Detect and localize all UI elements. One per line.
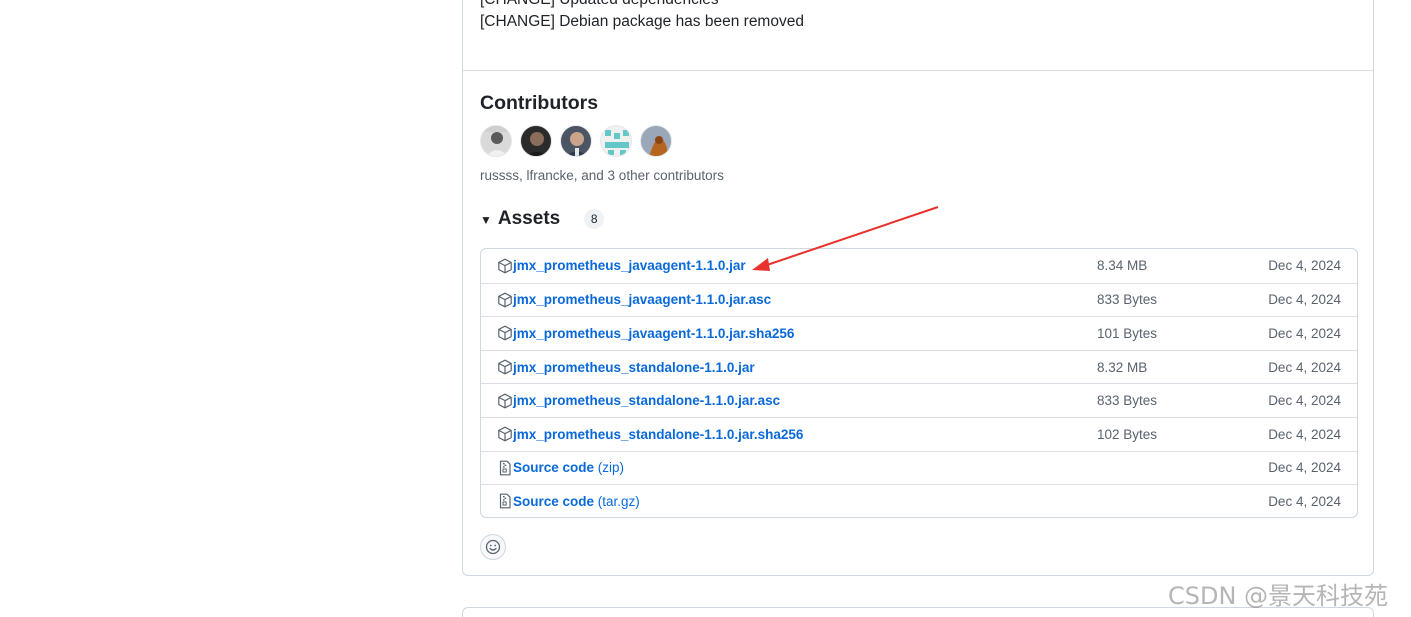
asset-row: jmx_prometheus_standalone-1.1.0.jar 8.32 … — [481, 349, 1357, 384]
asset-download-link[interactable]: jmx_prometheus_javaagent-1.1.0.jar — [513, 258, 746, 273]
avatar[interactable] — [640, 125, 672, 157]
caret-down-icon: ▼ — [480, 213, 492, 227]
asset-row: jmx_prometheus_javaagent-1.1.0.jar.sha25… — [481, 316, 1357, 350]
avatar[interactable] — [600, 125, 632, 157]
asset-download-link[interactable]: Source code (tar.gz) — [513, 494, 640, 509]
package-icon — [497, 393, 513, 409]
contributors-heading: Contributors — [480, 92, 599, 114]
asset-date: Dec 4, 2024 — [1268, 292, 1341, 308]
asset-name: jmx_prometheus_javaagent-1.1.0.jar.asc — [513, 292, 772, 308]
asset-download-link[interactable]: Source code (zip) — [513, 460, 624, 475]
asset-size: 8.32 MB — [1097, 359, 1148, 375]
asset-row: jmx_prometheus_javaagent-1.1.0.jar.asc 83… — [481, 282, 1357, 317]
package-icon — [497, 292, 513, 308]
asset-row: jmx_prometheus_javaagent-1.1.0.jar 8.34 M… — [481, 249, 1357, 283]
file-zip-icon — [497, 493, 513, 509]
asset-name: jmx_prometheus_standalone-1.1.0.jar.sha2… — [513, 426, 804, 442]
asset-name: Source code — [513, 460, 595, 476]
release-card: [CHANGE] Updated dependencies [CHANGE] D… — [462, 0, 1374, 576]
asset-download-link[interactable]: jmx_prometheus_javaagent-1.1.0.jar.asc — [513, 292, 771, 307]
asset-date: Dec 4, 2024 — [1268, 393, 1341, 409]
add-reaction-button[interactable] — [480, 534, 506, 560]
asset-name: jmx_prometheus_standalone-1.1.0.jar.asc — [513, 393, 781, 409]
asset-size: 833 Bytes — [1097, 292, 1158, 308]
package-icon — [497, 359, 513, 375]
asset-row: jmx_prometheus_standalone-1.1.0.jar.asc 8… — [481, 383, 1357, 417]
asset-size: 8.34 MB — [1097, 258, 1148, 274]
divider — [463, 70, 1373, 71]
assets-list: jmx_prometheus_javaagent-1.1.0.jar 8.34 M… — [480, 248, 1358, 518]
changelog-line: [CHANGE] Updated dependencies — [480, 0, 804, 11]
asset-download-link[interactable]: jmx_prometheus_standalone-1.1.0.jar.sha2… — [513, 427, 803, 442]
asset-date: Dec 4, 2024 — [1268, 325, 1341, 341]
assets-count-badge: 8 — [584, 209, 605, 229]
contributor-avatars — [480, 125, 672, 157]
asset-date: Dec 4, 2024 — [1268, 359, 1341, 375]
asset-name: jmx_prometheus_standalone-1.1.0.jar — [513, 359, 755, 375]
assets-toggle[interactable]: ▼ Assets 8 — [480, 208, 605, 230]
asset-date: Dec 4, 2024 — [1268, 493, 1341, 509]
watermark: CSDN @景天科技苑 — [1168, 582, 1389, 610]
asset-format: (tar.gz) — [594, 493, 640, 509]
release-notes: [CHANGE] Updated dependencies [CHANGE] D… — [480, 0, 804, 33]
package-icon — [497, 426, 513, 442]
contributors-summary: russss, lfrancke, and 3 other contributo… — [480, 168, 724, 183]
file-zip-icon — [497, 460, 513, 476]
asset-download-link[interactable]: jmx_prometheus_standalone-1.1.0.jar.asc — [513, 393, 780, 408]
avatar[interactable] — [520, 125, 552, 157]
asset-download-link[interactable]: jmx_prometheus_standalone-1.1.0.jar — [513, 360, 755, 375]
asset-name: jmx_prometheus_javaagent-1.1.0.jar.sha25… — [513, 325, 795, 341]
asset-row: Source code (zip) Dec 4, 2024 — [481, 450, 1357, 485]
avatar[interactable] — [480, 125, 512, 157]
asset-size: 833 Bytes — [1097, 393, 1158, 409]
changelog-line: [CHANGE] Debian package has been removed — [480, 13, 804, 30]
asset-download-link[interactable]: jmx_prometheus_javaagent-1.1.0.jar.sha25… — [513, 326, 794, 341]
avatar[interactable] — [560, 125, 592, 157]
asset-date: Dec 4, 2024 — [1268, 426, 1341, 442]
asset-date: Dec 4, 2024 — [1268, 460, 1341, 476]
asset-format: (zip) — [594, 460, 625, 476]
asset-date: Dec 4, 2024 — [1268, 258, 1341, 274]
asset-row: Source code (tar.gz) Dec 4, 2024 — [481, 484, 1357, 517]
package-icon — [497, 325, 513, 341]
asset-name: Source code — [513, 493, 595, 509]
asset-name: jmx_prometheus_javaagent-1.1.0.jar — [513, 258, 746, 274]
smiley-icon — [485, 539, 501, 555]
package-icon — [497, 258, 513, 274]
asset-size: 102 Bytes — [1097, 426, 1158, 442]
asset-size: 101 Bytes — [1097, 325, 1158, 341]
asset-row: jmx_prometheus_standalone-1.1.0.jar.sha2… — [481, 416, 1357, 451]
assets-heading: Assets — [497, 208, 561, 229]
